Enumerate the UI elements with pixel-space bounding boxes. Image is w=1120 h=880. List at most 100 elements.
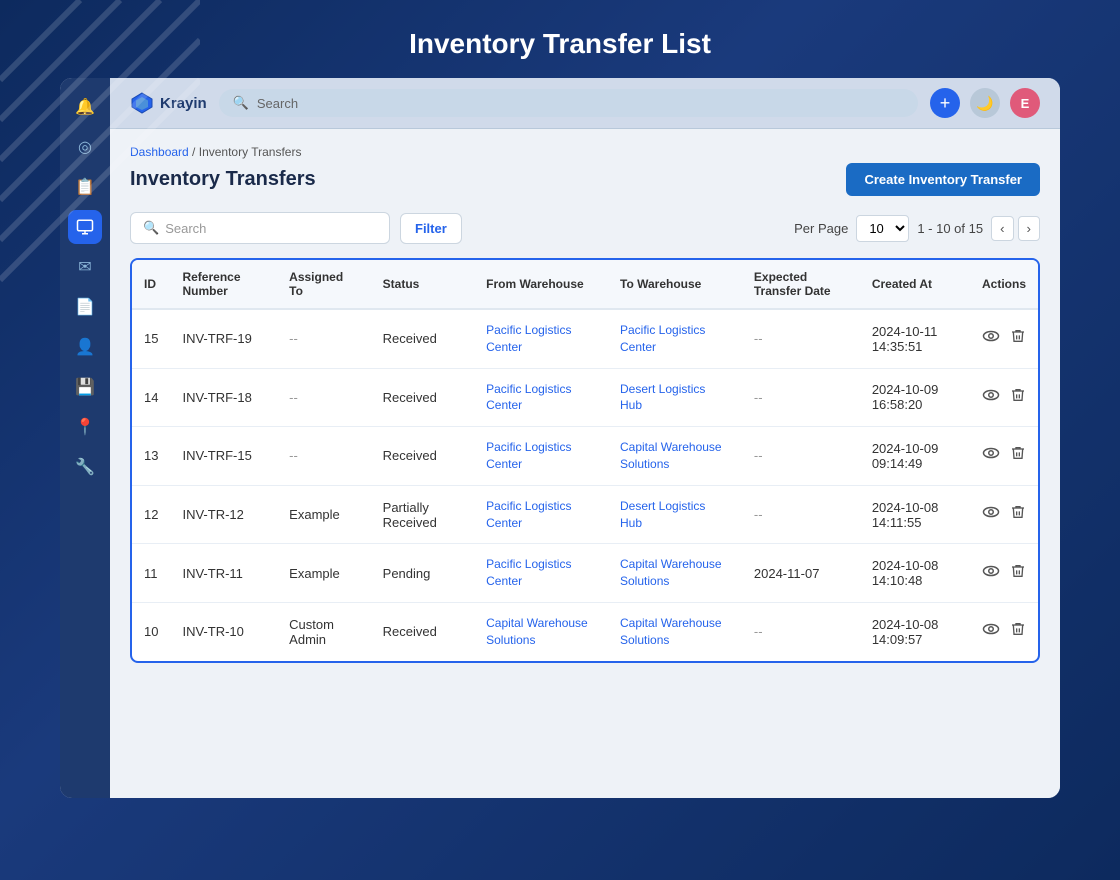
cell-ref: INV-TR-11 xyxy=(170,544,277,603)
cell-id: 12 xyxy=(132,485,170,544)
view-icon[interactable] xyxy=(982,562,1000,585)
cell-id: 15 xyxy=(132,309,170,368)
table-row: 15 INV-TRF-19 -- Received Pacific Logist… xyxy=(132,309,1038,368)
cell-from-warehouse: Capital Warehouse Solutions xyxy=(474,602,608,660)
delete-icon[interactable] xyxy=(1010,445,1026,466)
header-search[interactable]: 🔍 Search xyxy=(219,89,918,117)
search-placeholder: Search xyxy=(257,96,298,111)
cell-actions xyxy=(970,309,1038,368)
cell-ref: INV-TR-10 xyxy=(170,602,277,660)
cell-assigned: Example xyxy=(277,544,370,603)
cell-actions xyxy=(970,427,1038,486)
search-icon: 🔍 xyxy=(233,95,249,111)
col-to: To Warehouse xyxy=(608,260,742,309)
cell-status: Pending xyxy=(371,544,474,603)
cell-assigned: Custom Admin xyxy=(277,602,370,660)
cell-created-at: 2024-10-11 14:35:51 xyxy=(860,309,970,368)
cell-to-warehouse: Desert Logistics Hub xyxy=(608,368,742,427)
cell-actions xyxy=(970,602,1038,660)
app-header: Krayin 🔍 Search + 🌙 E xyxy=(110,78,1060,129)
cell-from-warehouse: Pacific Logistics Center xyxy=(474,427,608,486)
cell-id: 10 xyxy=(132,602,170,660)
dark-mode-toggle[interactable]: 🌙 xyxy=(970,88,1000,118)
col-actions: Actions xyxy=(970,260,1038,309)
table-row: 11 INV-TR-11 Example Pending Pacific Log… xyxy=(132,544,1038,603)
cell-created-at: 2024-10-09 16:58:20 xyxy=(860,368,970,427)
cell-status: Received xyxy=(371,368,474,427)
table-row: 14 INV-TRF-18 -- Received Pacific Logist… xyxy=(132,368,1038,427)
view-icon[interactable] xyxy=(982,620,1000,643)
table-row: 12 INV-TR-12 Example Partially Received … xyxy=(132,485,1038,544)
cell-to-warehouse: Pacific Logistics Center xyxy=(608,309,742,368)
cell-expected-date: -- xyxy=(742,309,860,368)
table-row: 10 INV-TR-10 Custom Admin Received Capit… xyxy=(132,602,1038,660)
filter-button[interactable]: Filter xyxy=(400,213,462,244)
cell-to-warehouse: Desert Logistics Hub xyxy=(608,485,742,544)
create-inventory-transfer-button[interactable]: Create Inventory Transfer xyxy=(846,163,1040,196)
cell-expected-date: 2024-11-07 xyxy=(742,544,860,603)
cell-id: 11 xyxy=(132,544,170,603)
col-from: From Warehouse xyxy=(474,260,608,309)
cell-to-warehouse: Capital Warehouse Solutions xyxy=(608,427,742,486)
header-actions: + 🌙 E xyxy=(930,88,1040,118)
delete-icon[interactable] xyxy=(1010,387,1026,408)
breadcrumb-current: Inventory Transfers xyxy=(199,145,302,159)
cell-expected-date: -- xyxy=(742,602,860,660)
cell-ref: INV-TRF-19 xyxy=(170,309,277,368)
cell-from-warehouse: Pacific Logistics Center xyxy=(474,368,608,427)
delete-icon[interactable] xyxy=(1010,621,1026,642)
cell-ref: INV-TR-12 xyxy=(170,485,277,544)
pagination-nav: ‹ › xyxy=(991,216,1040,241)
cell-from-warehouse: Pacific Logistics Center xyxy=(474,485,608,544)
cell-created-at: 2024-10-08 14:11:55 xyxy=(860,485,970,544)
cell-expected-date: -- xyxy=(742,485,860,544)
sidebar-item-locations[interactable]: 📍 xyxy=(68,410,102,444)
col-status: Status xyxy=(371,260,474,309)
filter-bar: 🔍 Search Filter Per Page 10 25 50 1 - 10… xyxy=(130,212,1040,244)
avatar[interactable]: E xyxy=(1010,88,1040,118)
col-assigned: Assigned To xyxy=(277,260,370,309)
delete-icon[interactable] xyxy=(1010,563,1026,584)
cell-assigned: -- xyxy=(277,368,370,427)
cell-actions xyxy=(970,544,1038,603)
section-header: Inventory Transfers Create Inventory Tra… xyxy=(130,163,1040,196)
sidebar-item-settings[interactable]: 🔧 xyxy=(68,450,102,484)
page-content: Dashboard / Inventory Transfers Inventor… xyxy=(110,129,1060,798)
cell-created-at: 2024-10-08 14:09:57 xyxy=(860,602,970,660)
view-icon[interactable] xyxy=(982,327,1000,350)
cell-created-at: 2024-10-08 14:10:48 xyxy=(860,544,970,603)
inventory-table-wrapper: ID Reference Number Assigned To Status F… xyxy=(130,258,1040,663)
cell-from-warehouse: Pacific Logistics Center xyxy=(474,309,608,368)
cell-ref: INV-TRF-15 xyxy=(170,427,277,486)
view-icon[interactable] xyxy=(982,386,1000,409)
delete-icon[interactable] xyxy=(1010,504,1026,525)
sidebar-item-storage[interactable]: 💾 xyxy=(68,370,102,404)
app-container: 🔔 ◎ 📋 ✉ 📄 👤 💾 📍 🔧 Krayin 🔍 xyxy=(60,78,1060,798)
cell-expected-date: -- xyxy=(742,368,860,427)
cell-status: Received xyxy=(371,602,474,660)
cell-status: Received xyxy=(371,427,474,486)
pagination-text: 1 - 10 of 15 xyxy=(917,221,983,236)
cell-ref: INV-TRF-18 xyxy=(170,368,277,427)
col-expected-date: Expected Transfer Date xyxy=(742,260,860,309)
cell-to-warehouse: Capital Warehouse Solutions xyxy=(608,544,742,603)
cell-actions xyxy=(970,485,1038,544)
cell-assigned: Example xyxy=(277,485,370,544)
pagination-info: Per Page 10 25 50 1 - 10 of 15 ‹ › xyxy=(794,215,1040,242)
col-created-at: Created At xyxy=(860,260,970,309)
view-icon[interactable] xyxy=(982,503,1000,526)
add-button[interactable]: + xyxy=(930,88,960,118)
main-content: Krayin 🔍 Search + 🌙 E Dashboard / Invent… xyxy=(110,78,1060,798)
sidebar-item-contacts[interactable]: 👤 xyxy=(68,330,102,364)
cell-assigned: -- xyxy=(277,427,370,486)
breadcrumb: Dashboard / Inventory Transfers xyxy=(130,145,1040,159)
inventory-table: ID Reference Number Assigned To Status F… xyxy=(132,260,1038,661)
view-icon[interactable] xyxy=(982,444,1000,467)
delete-icon[interactable] xyxy=(1010,328,1026,349)
next-page-button[interactable]: › xyxy=(1018,216,1040,241)
cell-created-at: 2024-10-09 09:14:49 xyxy=(860,427,970,486)
cell-actions xyxy=(970,368,1038,427)
per-page-select[interactable]: 10 25 50 xyxy=(856,215,909,242)
prev-page-button[interactable]: ‹ xyxy=(991,216,1013,241)
cell-expected-date: -- xyxy=(742,427,860,486)
